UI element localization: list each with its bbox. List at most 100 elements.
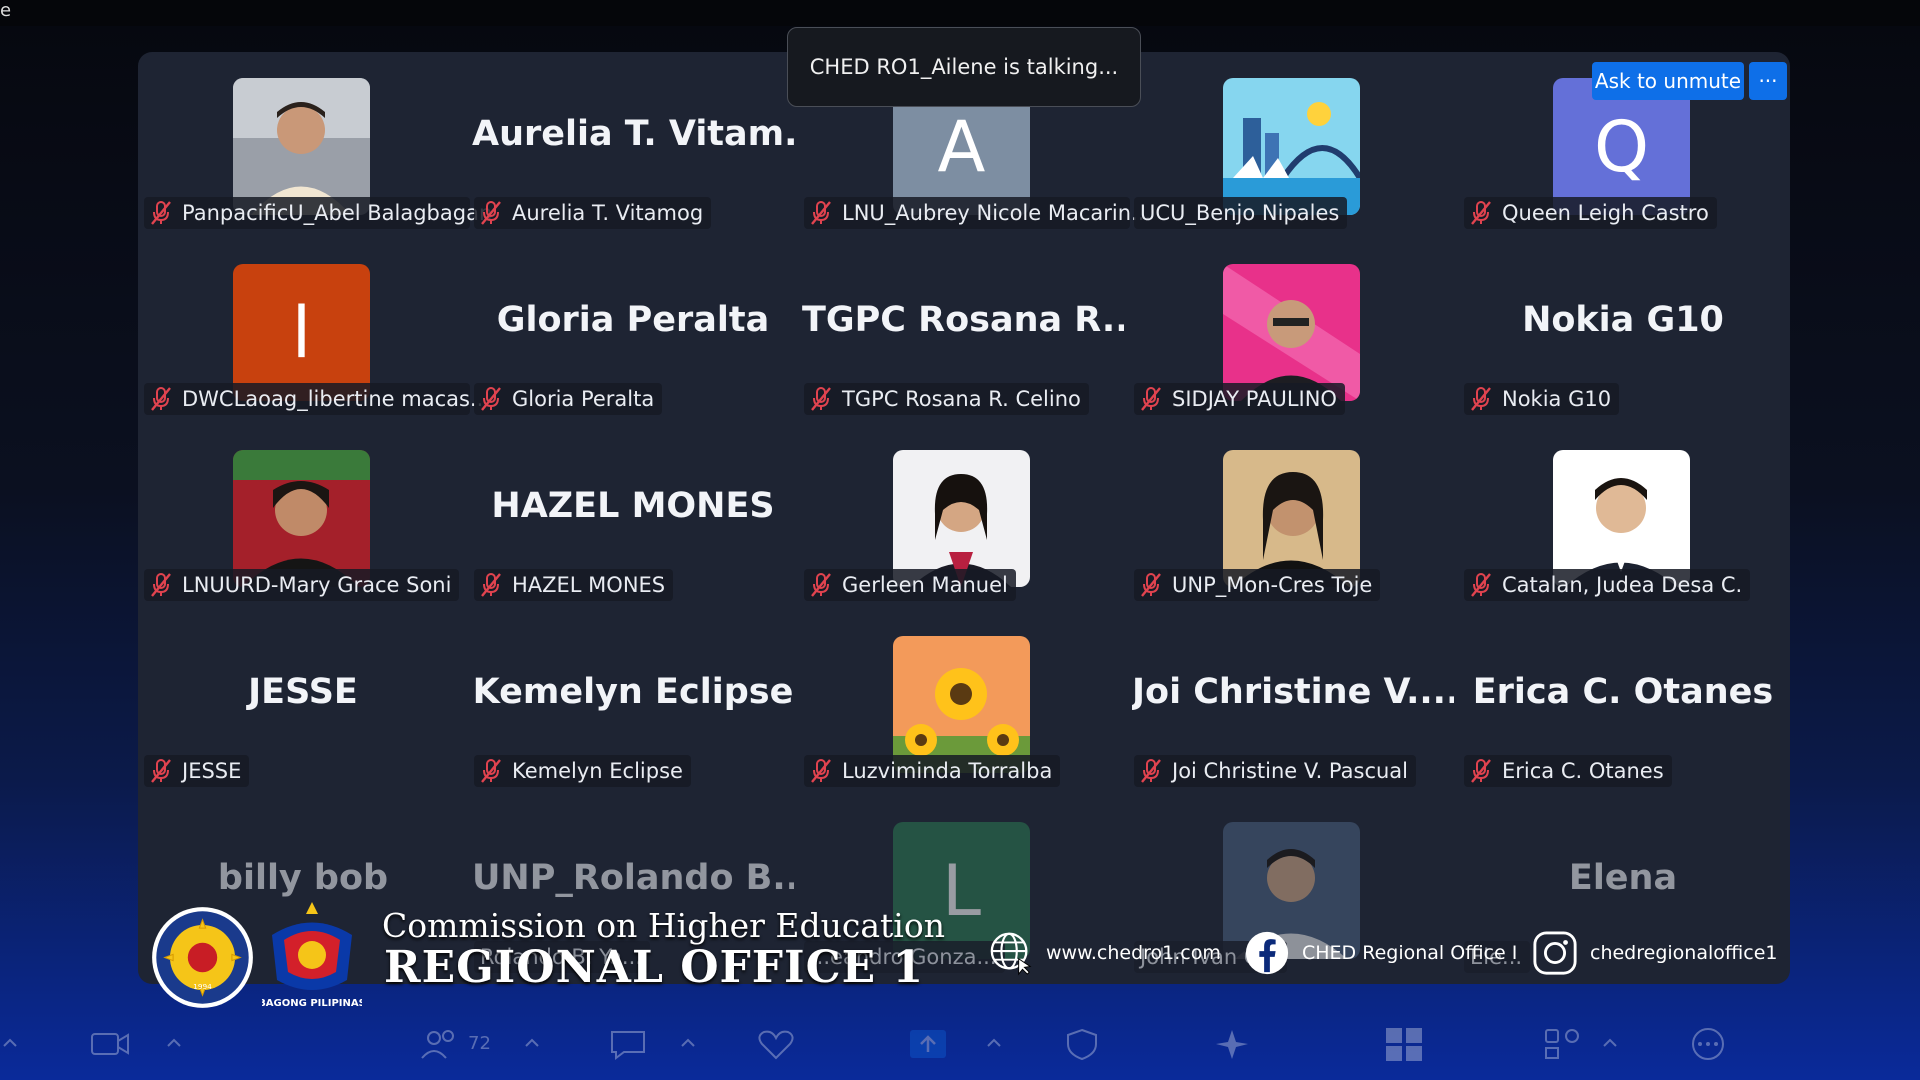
- participant-name: Catalan, Judea Desa C.: [1502, 573, 1743, 597]
- heart-reaction-icon[interactable]: [754, 1026, 798, 1062]
- participant-name: UCU_Benjo Nipales: [1140, 201, 1340, 225]
- globe-icon: [990, 932, 1032, 976]
- participant-tile[interactable]: Aurelia T. Vitam... Aurelia T. Vitamog: [468, 52, 798, 238]
- website-contact: www.chedro1.com: [988, 930, 1221, 976]
- participant-tile[interactable]: HAZEL MONES HAZEL MONES: [468, 424, 798, 610]
- participant-name: UNP_Mon-Cres Toje: [1172, 573, 1373, 597]
- participant-tile[interactable]: UCU_Benjo Nipales: [1128, 52, 1458, 238]
- participant-name: DWCLaoag_libertine macas...: [182, 387, 490, 411]
- participant-name: Gloria Peralta: [512, 387, 655, 411]
- participant-name: LNUURD-Mary Grace Soni: [182, 573, 452, 597]
- mic-muted-icon: [1141, 387, 1161, 411]
- participant-name: PanpacificU_Abel Balagbagan: [182, 201, 493, 225]
- participant-tile[interactable]: JESSE JESSE: [138, 610, 468, 796]
- window-top-bar: e: [0, 0, 1920, 26]
- ask-to-unmute-button[interactable]: Ask to unmute: [1592, 62, 1744, 100]
- participant-name-tag: SIDJAY PAULINO: [1134, 383, 1345, 415]
- participant-photo: [1223, 264, 1360, 401]
- participant-name-tag: UCU_Benjo Nipales: [1134, 197, 1348, 229]
- mic-muted-icon: [481, 201, 501, 225]
- participant-tile[interactable]: Luzviminda Torralba: [798, 610, 1128, 796]
- video-options-chevron-icon[interactable]: [164, 1026, 184, 1062]
- participant-initial-avatar: l: [233, 264, 370, 401]
- participant-name-tag: LNU_Aubrey Nicole Macarin...: [804, 197, 1151, 229]
- instagram-text[interactable]: chedregionaloffice1: [1590, 942, 1777, 964]
- mic-muted-icon: [481, 387, 501, 411]
- instagram-icon: [1533, 931, 1577, 975]
- website-text[interactable]: www.chedro1.com: [1046, 942, 1221, 964]
- participant-display-name: Nokia G10: [1522, 300, 1724, 340]
- bagong-pilipinas-logo: BAGONG PILIPINAS: [262, 902, 362, 1009]
- participant-display-name: Kemelyn Eclipse: [472, 672, 794, 712]
- more-icon[interactable]: [1686, 1026, 1730, 1062]
- participant-initial: A: [937, 105, 986, 188]
- mic-muted-icon: [1471, 759, 1491, 783]
- participant-tile[interactable]: Catalan, Judea Desa C.: [1458, 424, 1788, 610]
- participant-photo: [233, 450, 370, 587]
- chat-chevron-icon[interactable]: [678, 1026, 698, 1062]
- participant-tile[interactable]: SIDJAY PAULINO: [1128, 238, 1458, 424]
- participant-name-tag: Gloria Peralta: [474, 383, 663, 415]
- participant-name-tag: HAZEL MONES: [474, 569, 674, 601]
- participant-tile[interactable]: PanpacificU_Abel Balagbagan: [138, 52, 492, 238]
- apps-chevron-icon[interactable]: [1600, 1026, 1620, 1062]
- participant-tile[interactable]: Joi Christine V.... Joi Christine V. Pasc…: [1128, 610, 1458, 796]
- apps-grid-icon[interactable]: [1382, 1026, 1426, 1062]
- participant-tile[interactable]: Gloria Peralta Gloria Peralta: [468, 238, 798, 424]
- participant-tile[interactable]: TGPC Rosana R.... TGPC Rosana R. Celino: [798, 238, 1128, 424]
- participant-name: Aurelia T. Vitamog: [512, 201, 704, 225]
- more-options-button[interactable]: ···: [1749, 62, 1787, 100]
- participant-name-tag: Catalan, Judea Desa C.: [1464, 569, 1751, 601]
- participant-name-tag: UNP_Mon-Cres Toje: [1134, 569, 1381, 601]
- participant-photo: [893, 450, 1030, 587]
- participant-display-name: Gloria Peralta: [496, 300, 770, 340]
- video-camera-icon[interactable]: [88, 1026, 132, 1062]
- participant-name-tag: Gerleen Manuel: [804, 569, 1016, 601]
- participant-name-tag: Kemelyn Eclipse: [474, 755, 691, 787]
- security-shield-icon[interactable]: [1060, 1026, 1104, 1062]
- participant-name-tag: Luzviminda Torralba: [804, 755, 1061, 787]
- active-speaker-toast: CHED RO1_Ailene is talking...: [787, 27, 1141, 107]
- share-screen-icon[interactable]: [906, 1026, 950, 1062]
- participant-tile[interactable]: UNP_Mon-Cres Toje: [1128, 424, 1458, 610]
- participant-name-tag: PanpacificU_Abel Balagbagan: [144, 197, 492, 229]
- mic-muted-icon: [811, 759, 831, 783]
- mic-muted-icon: [811, 201, 831, 225]
- participant-tile[interactable]: Erica C. Otanes Erica C. Otanes: [1458, 610, 1788, 796]
- participant-photo: [1223, 450, 1360, 587]
- participant-name: Gerleen Manuel: [842, 573, 1008, 597]
- participant-tile[interactable]: Nokia G10 Nokia G10: [1458, 238, 1788, 424]
- whiteboard-icon[interactable]: [1542, 1026, 1586, 1062]
- participants-chevron-icon[interactable]: [522, 1026, 542, 1062]
- share-chevron-icon[interactable]: [984, 1026, 1004, 1062]
- participant-name: LNU_Aubrey Nicole Macarin...: [842, 201, 1152, 225]
- video-gallery: PanpacificU_Abel Balagbagan Aurelia T. Vi…: [138, 52, 1790, 984]
- mic-muted-icon: [811, 387, 831, 411]
- participant-name: Queen Leigh Castro: [1502, 201, 1709, 225]
- mic-muted-icon: [151, 759, 171, 783]
- participant-photo: [1223, 78, 1360, 215]
- facebook-text[interactable]: CHED Regional Office I: [1302, 942, 1517, 964]
- mic-muted-icon: [1471, 573, 1491, 597]
- participant-tile[interactable]: LNUURD-Mary Grace Soni: [138, 424, 468, 610]
- mic-muted-icon: [1141, 573, 1161, 597]
- chevron-up-icon[interactable]: [0, 1026, 20, 1062]
- participant-tile[interactable]: Gerleen Manuel: [798, 424, 1128, 610]
- mic-muted-icon: [1471, 387, 1491, 411]
- participant-tile[interactable]: l DWCLaoag_libertine macas...: [138, 238, 490, 424]
- participant-name: TGPC Rosana R. Celino: [842, 387, 1081, 411]
- ai-sparkle-icon[interactable]: [1210, 1026, 1254, 1062]
- participant-name: JESSE: [182, 759, 242, 783]
- participant-name-tag: Erica C. Otanes: [1464, 755, 1672, 787]
- participant-display-name: Joi Christine V....: [1132, 672, 1454, 712]
- chat-icon[interactable]: [606, 1026, 650, 1062]
- active-speaker-text: CHED RO1_Ailene is talking...: [809, 55, 1119, 79]
- participant-name: Nokia G10: [1502, 387, 1612, 411]
- participant-display-name: Erica C. Otanes: [1472, 672, 1774, 712]
- participant-display-name: JESSE: [248, 672, 358, 712]
- participants-icon[interactable]: [418, 1026, 462, 1062]
- participant-name-tag: Queen Leigh Castro: [1464, 197, 1717, 229]
- participant-tile[interactable]: Kemelyn Eclipse Kemelyn Eclipse: [468, 610, 798, 796]
- participants-count: 72: [468, 1033, 491, 1054]
- ched-seal-logo: 1994: [152, 907, 253, 1008]
